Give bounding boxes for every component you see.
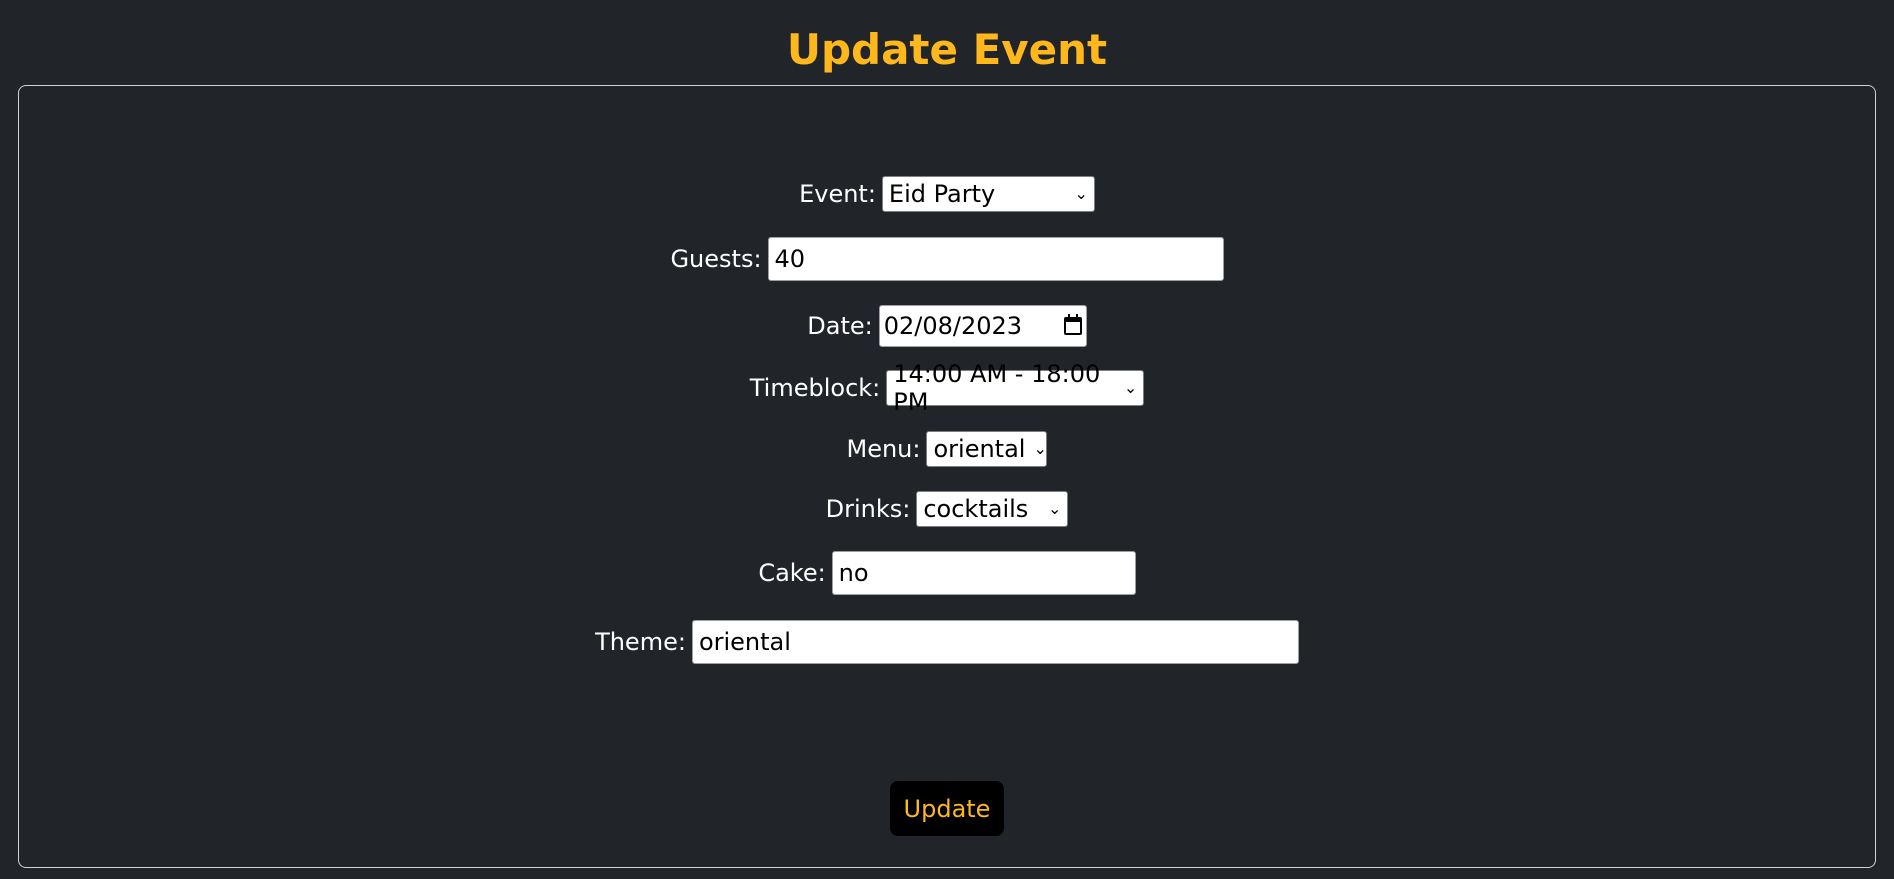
menu-select-value: oriental [933,435,1026,463]
chevron-down-icon: ⌄ [1047,499,1062,518]
chevron-down-icon: ⌄ [1074,184,1088,203]
timeblock-select-value: 14:00 AM - 18:00 PM [893,360,1101,416]
date-label: Date: [807,312,873,340]
drinks-select[interactable]: cocktails ⌄ [916,491,1069,527]
cake-row: Cake: no [19,551,1875,595]
event-select-value: Eid Party [888,180,996,208]
guests-label: Guests: [670,245,762,273]
theme-row: Theme: oriental [19,620,1875,664]
page-title: Update Event [786,25,1108,74]
cake-label: Cake: [758,559,826,587]
drinks-label: Drinks: [825,495,911,523]
timeblock-row: Timeblock: 14:00 AM - 18:00 PM ⌄ [19,360,1875,416]
timeblock-select[interactable]: 14:00 AM - 18:00 PM ⌄ [886,360,1145,416]
event-row: Event: Eid Party ⌄ [19,176,1875,212]
calendar-icon[interactable] [1063,314,1082,335]
theme-label: Theme: [595,628,686,656]
guests-row: Guests: 40 [19,237,1875,281]
date-input[interactable]: 02/08/2023 [878,305,1087,347]
update-button[interactable]: Update [890,781,1004,836]
drinks-row: Drinks: cocktails ⌄ [19,491,1875,527]
chevron-down-icon: ⌄ [1033,439,1047,458]
event-label: Event: [799,180,876,208]
menu-select[interactable]: oriental ⌄ [926,431,1048,467]
cake-input-value: no [838,559,869,587]
menu-label: Menu: [846,435,921,463]
date-row: Date: 02/08/2023 [19,305,1875,347]
chevron-down-icon: ⌄ [1123,378,1138,397]
event-select[interactable]: Eid Party ⌄ [881,176,1095,212]
theme-input[interactable]: oriental [691,620,1299,664]
cake-input[interactable]: no [831,551,1136,595]
drinks-select-value: cocktails [923,495,1029,523]
guests-input[interactable]: 40 [767,237,1224,281]
date-input-value: 02/08/2023 [883,312,1023,340]
guests-input-value: 40 [774,245,806,273]
timeblock-label: Timeblock: [749,374,881,402]
theme-input-value: oriental [698,628,791,656]
update-event-form: Event: Eid Party ⌄ Guests: 40 Date: 02/0… [18,85,1876,868]
menu-row: Menu: oriental ⌄ [19,431,1875,467]
